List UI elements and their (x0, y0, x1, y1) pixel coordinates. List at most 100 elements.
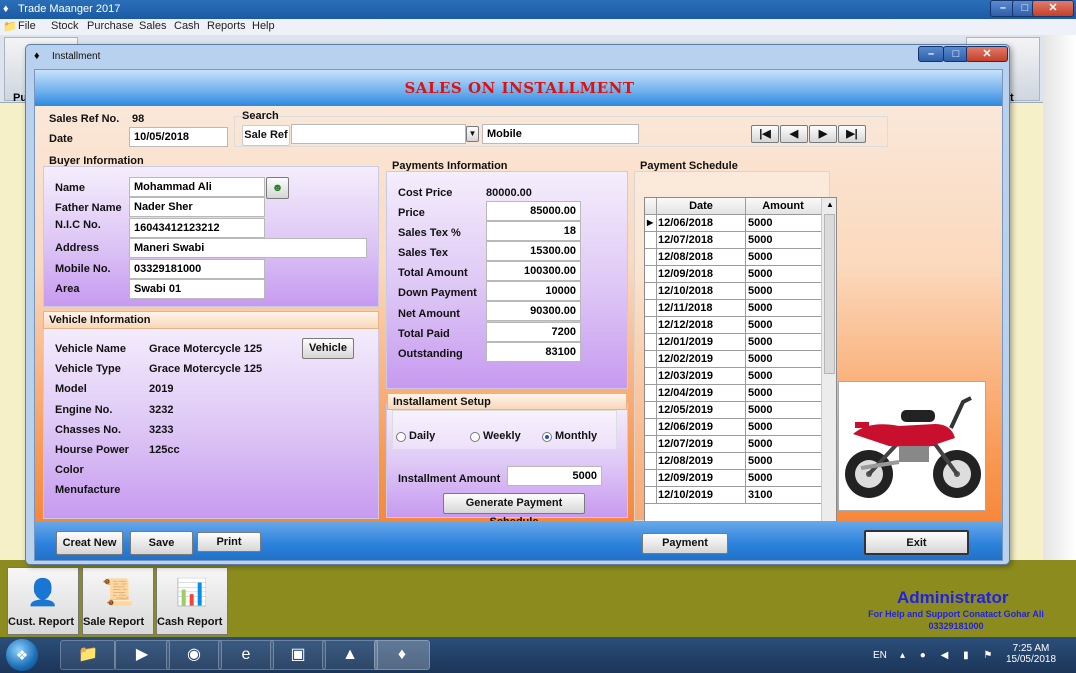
schedule-date-cell[interactable]: 12/11/2018 (658, 302, 712, 314)
tray-icons[interactable]: ▴ ● ◀ ▮ ⚑ (900, 650, 998, 661)
schedule-amount-cell[interactable]: 5000 (748, 387, 772, 399)
select-customer-button[interactable]: ☻ (266, 177, 289, 199)
balloon-icon[interactable]: ▲ (322, 640, 378, 670)
schedule-amount-cell[interactable]: 5000 (748, 251, 772, 263)
internet-explorer-icon[interactable]: e (218, 640, 274, 670)
sales-tax-field[interactable]: 15300.00 (486, 241, 581, 261)
schedule-amount-cell[interactable]: 5000 (748, 336, 772, 348)
installment-amount-field[interactable]: 5000 (507, 466, 602, 486)
schedule-date-cell[interactable]: 12/08/2019 (658, 455, 713, 467)
schedule-amount-cell[interactable]: 5000 (748, 438, 772, 450)
menu-sales[interactable]: Sales (139, 20, 167, 32)
schedule-date-cell[interactable]: 12/10/2018 (658, 285, 713, 297)
schedule-date-cell[interactable]: 12/06/2018 (658, 217, 713, 229)
schedule-amount-cell[interactable]: 3100 (748, 489, 772, 501)
sale-report-button[interactable]: 📜 Sale Report (82, 567, 154, 635)
print-button[interactable]: Print (197, 532, 261, 552)
down-payment-field[interactable]: 10000 (486, 281, 581, 301)
clock[interactable]: 7:25 AM 15/05/2018 (1003, 643, 1059, 665)
schedule-date-cell[interactable]: 12/08/2018 (658, 251, 713, 263)
cust-report-button[interactable]: 👤 Cust. Report (7, 567, 79, 635)
father-name-field[interactable]: Nader Sher (129, 197, 265, 217)
schedule-amount-cell[interactable]: 5000 (748, 217, 772, 229)
schedule-date-cell[interactable]: 12/04/2019 (658, 387, 713, 399)
chrome-icon[interactable]: ◉ (166, 640, 222, 670)
net-amount-field[interactable]: 90300.00 (486, 301, 581, 321)
table-row[interactable]: 12/03/2019 5000 (645, 368, 821, 385)
payment-schedule-grid[interactable]: Date Amount ▶ 12/06/2018 5000 12/07/2018 500… (644, 197, 837, 539)
schedule-date-cell[interactable]: 12/01/2019 (658, 336, 713, 348)
name-field[interactable]: Mohammad Ali (129, 177, 265, 197)
table-row[interactable]: 12/08/2018 5000 (645, 249, 821, 266)
close-button[interactable]: ✕ (1032, 0, 1074, 17)
address-field[interactable]: Maneri Swabi (129, 238, 367, 258)
schedule-amount-cell[interactable]: 5000 (748, 285, 772, 297)
last-record-button[interactable]: ▶| (838, 125, 866, 143)
menu-file[interactable]: File (18, 20, 36, 32)
table-row[interactable]: 12/02/2019 5000 (645, 351, 821, 368)
weekly-radio[interactable] (470, 432, 480, 442)
mobile-search-field[interactable]: Mobile (482, 124, 639, 144)
date-field[interactable]: 10/05/2018 (129, 127, 228, 147)
scroll-thumb[interactable] (824, 214, 835, 374)
table-row[interactable]: 12/10/2018 5000 (645, 283, 821, 300)
window-close-button[interactable]: ✕ (966, 46, 1008, 62)
table-row[interactable]: ▶ 12/06/2018 5000 (645, 215, 821, 232)
table-row[interactable]: 12/09/2019 5000 (645, 470, 821, 487)
generate-schedule-button[interactable]: Generate Payment Schedule (443, 493, 585, 528)
scroll-up-icon[interactable]: ▲ (826, 200, 834, 209)
window-thumbnail-icon[interactable]: ▣ (270, 640, 326, 670)
schedule-date-cell[interactable]: 12/05/2019 (658, 404, 713, 416)
table-row[interactable]: 12/12/2018 5000 (645, 317, 821, 334)
schedule-amount-cell[interactable]: 5000 (748, 370, 772, 382)
table-row[interactable]: 12/04/2019 5000 (645, 385, 821, 402)
schedule-amount-cell[interactable]: 5000 (748, 421, 772, 433)
schedule-amount-cell[interactable]: 5000 (748, 353, 772, 365)
table-row[interactable]: 12/08/2019 5000 (645, 453, 821, 470)
save-button[interactable]: Save (130, 531, 193, 555)
schedule-amount-cell[interactable]: 5000 (748, 472, 772, 484)
menu-stock[interactable]: Stock (51, 20, 79, 32)
schedule-date-cell[interactable]: 12/10/2019 (658, 489, 713, 501)
schedule-amount-cell[interactable]: 5000 (748, 404, 772, 416)
row-selector-icon[interactable]: ▶ (647, 218, 653, 227)
schedule-amount-cell[interactable]: 5000 (748, 455, 772, 467)
menu-purchase[interactable]: Purchase (87, 20, 133, 32)
vertical-scrollbar[interactable]: ▲ ▼ (821, 198, 836, 538)
chevron-down-icon[interactable]: ▼ (466, 126, 479, 142)
window-minimize-button[interactable]: – (918, 46, 944, 62)
amount-column-header[interactable]: Amount (746, 200, 820, 212)
schedule-date-cell[interactable]: 12/07/2019 (658, 438, 713, 450)
price-field[interactable]: 85000.00 (486, 201, 581, 221)
schedule-amount-cell[interactable]: 5000 (748, 319, 772, 331)
schedule-amount-cell[interactable]: 5000 (748, 234, 772, 246)
table-row[interactable]: 12/11/2018 5000 (645, 300, 821, 317)
monthly-radio[interactable] (542, 432, 552, 442)
total-amount-field[interactable]: 100300.00 (486, 261, 581, 281)
table-row[interactable]: 12/07/2018 5000 (645, 232, 821, 249)
cash-report-button[interactable]: 📊 Cash Report (156, 567, 228, 635)
schedule-amount-cell[interactable]: 5000 (748, 268, 772, 280)
schedule-date-cell[interactable]: 12/02/2019 (658, 353, 713, 365)
prev-record-button[interactable]: ◀ (780, 125, 808, 143)
date-column-header[interactable]: Date (657, 200, 745, 212)
table-row[interactable]: 12/05/2019 5000 (645, 402, 821, 419)
table-row[interactable]: 12/01/2019 5000 (645, 334, 821, 351)
schedule-date-cell[interactable]: 12/09/2019 (658, 472, 713, 484)
media-player-icon[interactable]: ▶ (114, 640, 170, 670)
schedule-date-cell[interactable]: 12/12/2018 (658, 319, 713, 331)
total-paid-field[interactable]: 7200 (486, 322, 581, 342)
schedule-amount-cell[interactable]: 5000 (748, 302, 772, 314)
next-record-button[interactable]: ▶ (809, 125, 837, 143)
schedule-date-cell[interactable]: 12/07/2018 (658, 234, 713, 246)
sale-ref-select[interactable] (291, 124, 466, 144)
trade-manager-task-icon[interactable]: ♦ (374, 640, 430, 670)
area-field[interactable]: Swabi 01 (129, 279, 265, 299)
menu-help[interactable]: Help (252, 20, 275, 32)
table-row[interactable]: 12/09/2018 5000 (645, 266, 821, 283)
exit-button[interactable]: Exit (864, 530, 969, 555)
schedule-date-cell[interactable]: 12/09/2018 (658, 268, 713, 280)
creat-new-button[interactable]: Creat New (56, 531, 123, 555)
menu-reports[interactable]: Reports (207, 20, 246, 32)
vehicle-button[interactable]: Vehicle (302, 338, 354, 359)
